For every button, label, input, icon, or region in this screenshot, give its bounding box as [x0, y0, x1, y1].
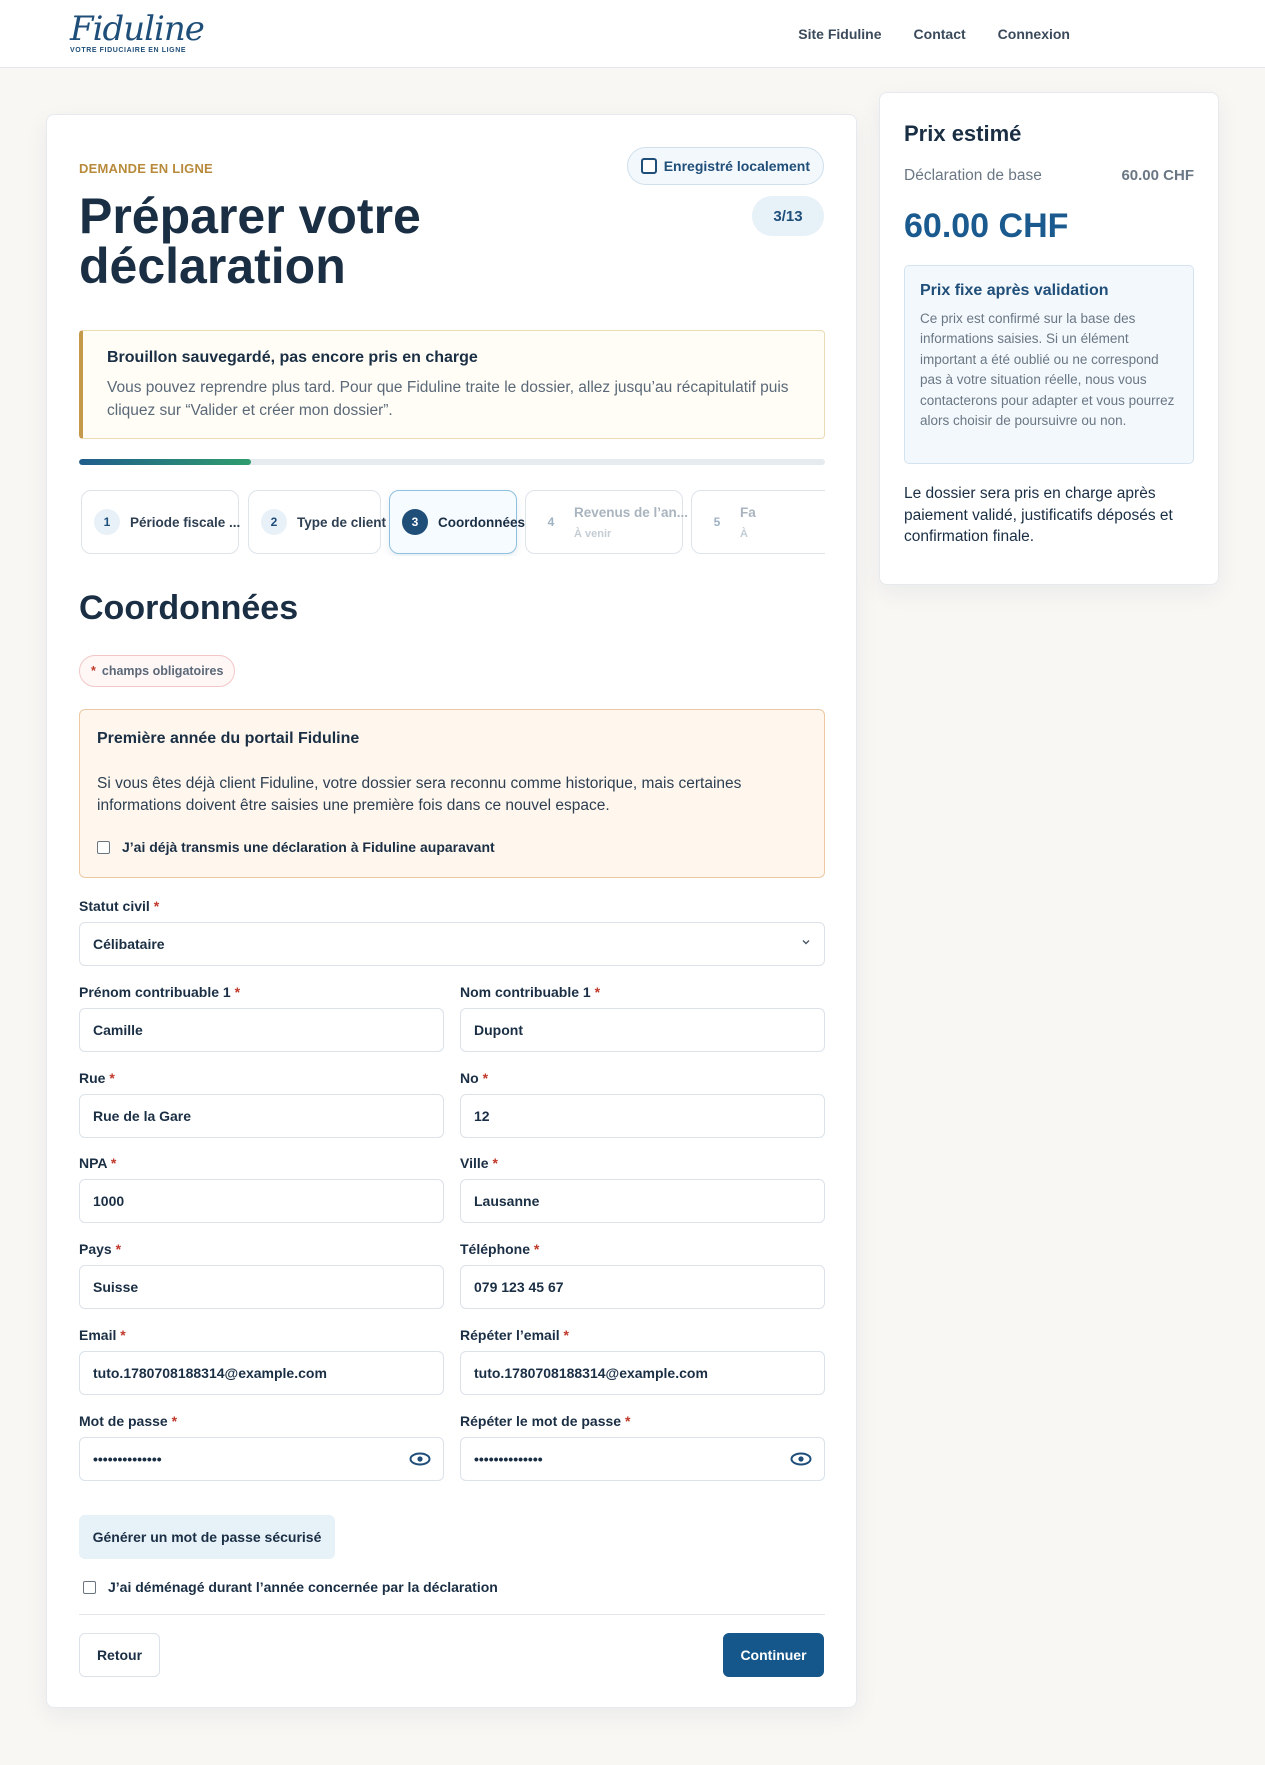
price-panel: Prix estimé Déclaration de base 60.00 CH… [879, 92, 1219, 585]
nav-link-site[interactable]: Site Fiduline [798, 26, 881, 42]
save-checkbox-icon [640, 158, 657, 174]
eye-icon[interactable] [409, 1449, 431, 1469]
step-tab-coordonnees[interactable]: 3 Coordonnées [389, 490, 525, 554]
top-nav: Site Fiduline Contact Connexion [798, 26, 1070, 42]
password-repeat-label: Répéter le mot de passe * [460, 1413, 631, 1429]
password-repeat-value: •••••••••••••• [474, 1451, 543, 1467]
step-label: Période fiscale ... [130, 514, 241, 530]
section-title: Coordonnées [79, 589, 299, 627]
pays-label: Pays * [79, 1241, 122, 1257]
base-price-label: Déclaration de base [904, 167, 1042, 184]
statut-civil-select[interactable]: Célibataire [79, 922, 825, 966]
password-input[interactable]: •••••••••••••• [79, 1437, 444, 1481]
previous-client-checkbox-row[interactable]: J’ai déjà transmis une déclaration à Fid… [97, 839, 807, 855]
moved-label[interactable]: J’ai déménagé durant l’année concernée p… [108, 1579, 498, 1595]
base-price-value: 60.00 CHF [1121, 167, 1194, 184]
draft-notice-title: Brouillon sauvegardé, pas encore pris en… [107, 349, 478, 366]
progress-bar [79, 459, 825, 465]
page-title: Préparer votre déclaration [79, 188, 421, 294]
step-label: Fa [740, 504, 756, 520]
logo-wordmark: Fiduline [70, 9, 205, 49]
first-year-text: Si vous êtes déjà client Fiduline, votre… [97, 775, 742, 814]
ville-label: Ville * [460, 1155, 498, 1171]
step-counter: 3/13 [752, 196, 824, 236]
step-label: Revenus de l’an... [574, 504, 689, 520]
required-fields-note: * champs obligatoires [79, 655, 236, 687]
nav-link-connexion[interactable]: Connexion [998, 26, 1070, 42]
step-tab-periode[interactable]: 1 Période fiscale ... [81, 490, 241, 554]
no-input[interactable]: 12 [460, 1094, 825, 1138]
telephone-label: Téléphone * [460, 1241, 540, 1257]
fixed-price-notice: Prix fixe après validation Ce prix est c… [904, 265, 1194, 464]
password-repeat-input[interactable]: •••••••••••••• [460, 1437, 825, 1481]
statut-civil-label: Statut civil * [79, 898, 160, 914]
eyebrow-label: DEMANDE EN LIGNE [79, 161, 213, 176]
progress-bar-fill [79, 459, 251, 465]
prenom-label: Prénom contribuable 1 * [79, 984, 241, 1000]
required-note-text: champs obligatoires [101, 664, 224, 678]
pays-input[interactable]: Suisse [79, 1265, 444, 1309]
previous-client-checkbox[interactable] [97, 840, 110, 854]
price-total: 60.00 CHF [904, 207, 1069, 245]
fixed-price-text: Ce prix est confirmé sur la base des inf… [920, 311, 1175, 429]
generate-password-button[interactable]: Générer un mot de passe sécurisé [79, 1515, 335, 1559]
password-value: •••••••••••••• [93, 1451, 162, 1467]
step-tab-type-client[interactable]: 2 Type de client [248, 490, 386, 554]
moved-checkbox-row[interactable]: J’ai déménagé durant l’année concernée p… [83, 1579, 498, 1595]
price-title: Prix estimé [904, 121, 1022, 146]
back-button[interactable]: Retour [79, 1633, 160, 1677]
nom-input[interactable]: Dupont [460, 1008, 825, 1052]
npa-label: NPA * [79, 1155, 117, 1171]
local-save-label: Enregistré localement [663, 158, 810, 174]
divider [79, 1614, 825, 1615]
fiduline-logo[interactable]: Fiduline VOTRE FIDUCIAIRE EN LIGNE [70, 9, 205, 54]
form-card: DEMANDE EN LIGNE Enregistré localement 3… [46, 114, 857, 1708]
previous-client-label[interactable]: J’ai déjà transmis une déclaration à Fid… [122, 839, 495, 855]
email-repeat-label: Répéter l’email * [460, 1327, 569, 1343]
email-repeat-input[interactable]: tuto.1780708188314@example.com [460, 1351, 825, 1395]
prenom-input[interactable]: Camille [79, 1008, 444, 1052]
draft-notice-text: Vous pouvez reprendre plus tard. Pour qu… [107, 379, 789, 419]
step-number: 1 [94, 509, 120, 535]
step-number: 4 [538, 509, 564, 535]
nav-link-contact[interactable]: Contact [914, 26, 966, 42]
logo-tagline: VOTRE FIDUCIAIRE EN LIGNE [70, 47, 187, 54]
chevron-down-icon [802, 940, 810, 945]
continue-button[interactable]: Continuer [723, 1633, 824, 1677]
local-save-badge: Enregistré localement [626, 147, 824, 185]
first-year-title: Première année du portail Fiduline [97, 730, 360, 747]
password-label: Mot de passe * [79, 1413, 178, 1429]
email-label: Email * [79, 1327, 126, 1343]
rue-label: Rue * [79, 1070, 115, 1086]
email-input[interactable]: tuto.1780708188314@example.com [79, 1351, 444, 1395]
step-status: À [740, 527, 748, 540]
step-navigator: 1 Période fiscale ... 2 Type de client 3… [79, 488, 825, 556]
base-price-row: Déclaration de base 60.00 CHF [904, 167, 1194, 185]
step-tab-5[interactable]: 5 Fa À [691, 490, 825, 554]
nom-label: Nom contribuable 1 * [460, 984, 601, 1000]
step-label: Type de client [297, 514, 387, 530]
telephone-input[interactable]: 079 123 45 67 [460, 1265, 825, 1309]
top-bar: Fiduline VOTRE FIDUCIAIRE EN LIGNE Site … [0, 0, 1265, 68]
step-tab-revenus[interactable]: 4 Revenus de l’an... À venir [525, 490, 688, 554]
step-number: 2 [261, 509, 287, 535]
ville-input[interactable]: Lausanne [460, 1179, 825, 1223]
step-status: À venir [574, 527, 612, 540]
moved-checkbox[interactable] [83, 1580, 96, 1594]
rue-input[interactable]: Rue de la Gare [79, 1094, 444, 1138]
draft-notice: Brouillon sauvegardé, pas encore pris en… [79, 330, 825, 439]
npa-input[interactable]: 1000 [79, 1179, 444, 1223]
step-number: 5 [704, 509, 730, 535]
step-number: 3 [402, 509, 428, 535]
required-star: * [91, 664, 96, 678]
eye-icon[interactable] [790, 1449, 812, 1469]
fixed-price-title: Prix fixe après validation [920, 282, 1109, 299]
price-footer-text: Le dossier sera pris en charge après pai… [904, 485, 1173, 545]
no-label: No * [460, 1070, 489, 1086]
statut-civil-value: Célibataire [93, 936, 165, 952]
first-year-notice: Première année du portail Fiduline Si vo… [79, 709, 825, 878]
step-label: Coordonnées [438, 514, 526, 530]
